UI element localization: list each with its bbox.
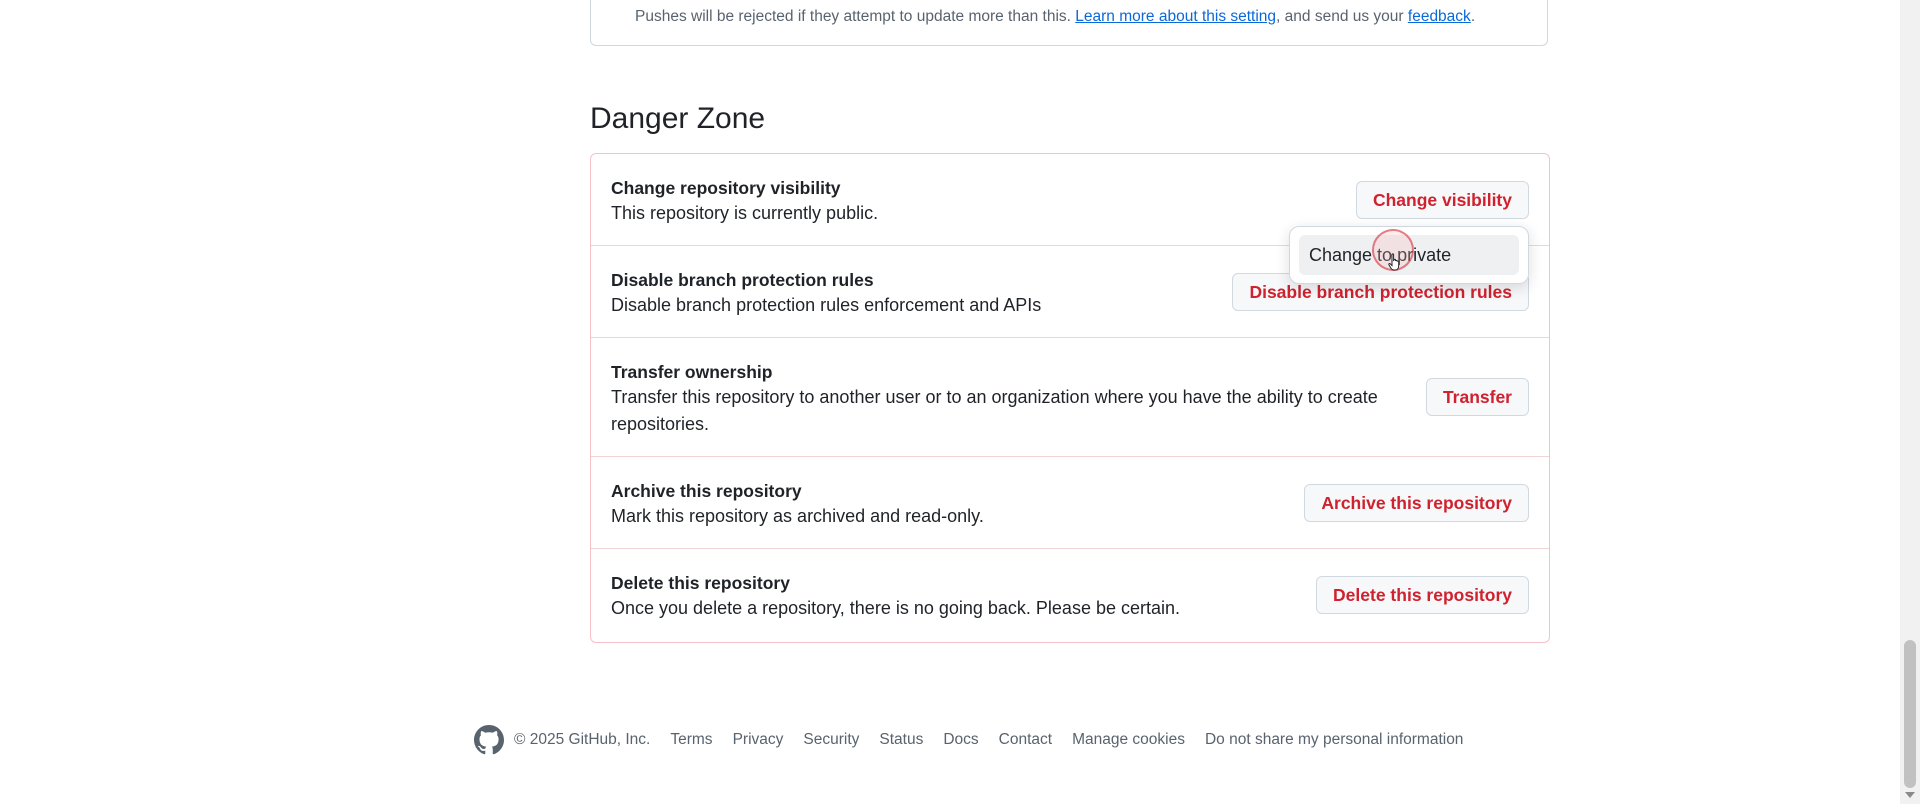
danger-row-title: Change repository visibility: [611, 178, 841, 198]
push-limit-middle-text: , and send us your: [1276, 8, 1404, 25]
danger-row-desc: Transfer this repository to another user…: [611, 387, 1378, 434]
footer-link-do-not-share[interactable]: Do not share my personal information: [1205, 731, 1463, 749]
danger-zone-title: Danger Zone: [590, 102, 766, 135]
change-visibility-button[interactable]: Change visibility: [1355, 181, 1529, 219]
danger-row-desc: Once you delete a repository, there is n…: [611, 598, 1181, 618]
scroll-down-arrow-icon[interactable]: [1905, 792, 1915, 798]
footer-link-privacy[interactable]: Privacy: [733, 731, 784, 749]
footer-link-docs[interactable]: Docs: [943, 731, 978, 749]
repository-settings-page: Pushes will be rejected if they attempt …: [0, 0, 1920, 804]
github-logo-icon[interactable]: [474, 725, 504, 755]
danger-row-title: Delete this repository: [611, 573, 790, 593]
push-limit-suffix: .: [1470, 8, 1476, 25]
footer-link-terms[interactable]: Terms: [670, 731, 712, 749]
push-limit-text: Pushes will be rejected if they attempt …: [635, 8, 1071, 25]
page-scrollbar[interactable]: [1900, 0, 1920, 804]
danger-row-transfer: Transfer ownership Transfer this reposit…: [591, 338, 1549, 457]
danger-row-title: Transfer ownership: [611, 362, 773, 382]
footer-copyright: © 2025 GitHub, Inc.: [514, 731, 651, 748]
footer-link-security[interactable]: Security: [803, 731, 859, 749]
push-limit-note: Pushes will be rejected if they attempt …: [635, 8, 1475, 26]
footer-link-contact[interactable]: Contact: [999, 731, 1052, 749]
learn-more-link[interactable]: Learn more about this setting: [1075, 8, 1276, 25]
delete-repository-button[interactable]: Delete this repository: [1316, 576, 1529, 614]
feedback-link[interactable]: feedback: [1408, 8, 1471, 25]
push-limit-card: Pushes will be rejected if they attempt …: [590, 0, 1548, 46]
danger-row-title: Disable branch protection rules: [611, 270, 874, 290]
danger-row-delete: Delete this repository Once you delete a…: [591, 549, 1549, 642]
danger-row-archive: Archive this repository Mark this reposi…: [591, 457, 1549, 549]
danger-row-desc: This repository is currently public.: [611, 203, 879, 223]
footer-link-manage-cookies[interactable]: Manage cookies: [1072, 731, 1185, 749]
scrollbar-thumb[interactable]: [1904, 640, 1916, 788]
danger-row-title: Archive this repository: [611, 481, 802, 501]
footer-link-status[interactable]: Status: [879, 731, 923, 749]
archive-repository-button[interactable]: Archive this repository: [1304, 484, 1529, 522]
danger-row-desc: Mark this repository as archived and rea…: [611, 506, 984, 526]
hand-pointer-icon: [1388, 253, 1400, 271]
site-footer: © 2025 GitHub, Inc. Terms Privacy Securi…: [474, 725, 1483, 755]
danger-row-desc: Disable branch protection rules enforcem…: [611, 295, 1042, 315]
transfer-button[interactable]: Transfer: [1425, 378, 1529, 416]
